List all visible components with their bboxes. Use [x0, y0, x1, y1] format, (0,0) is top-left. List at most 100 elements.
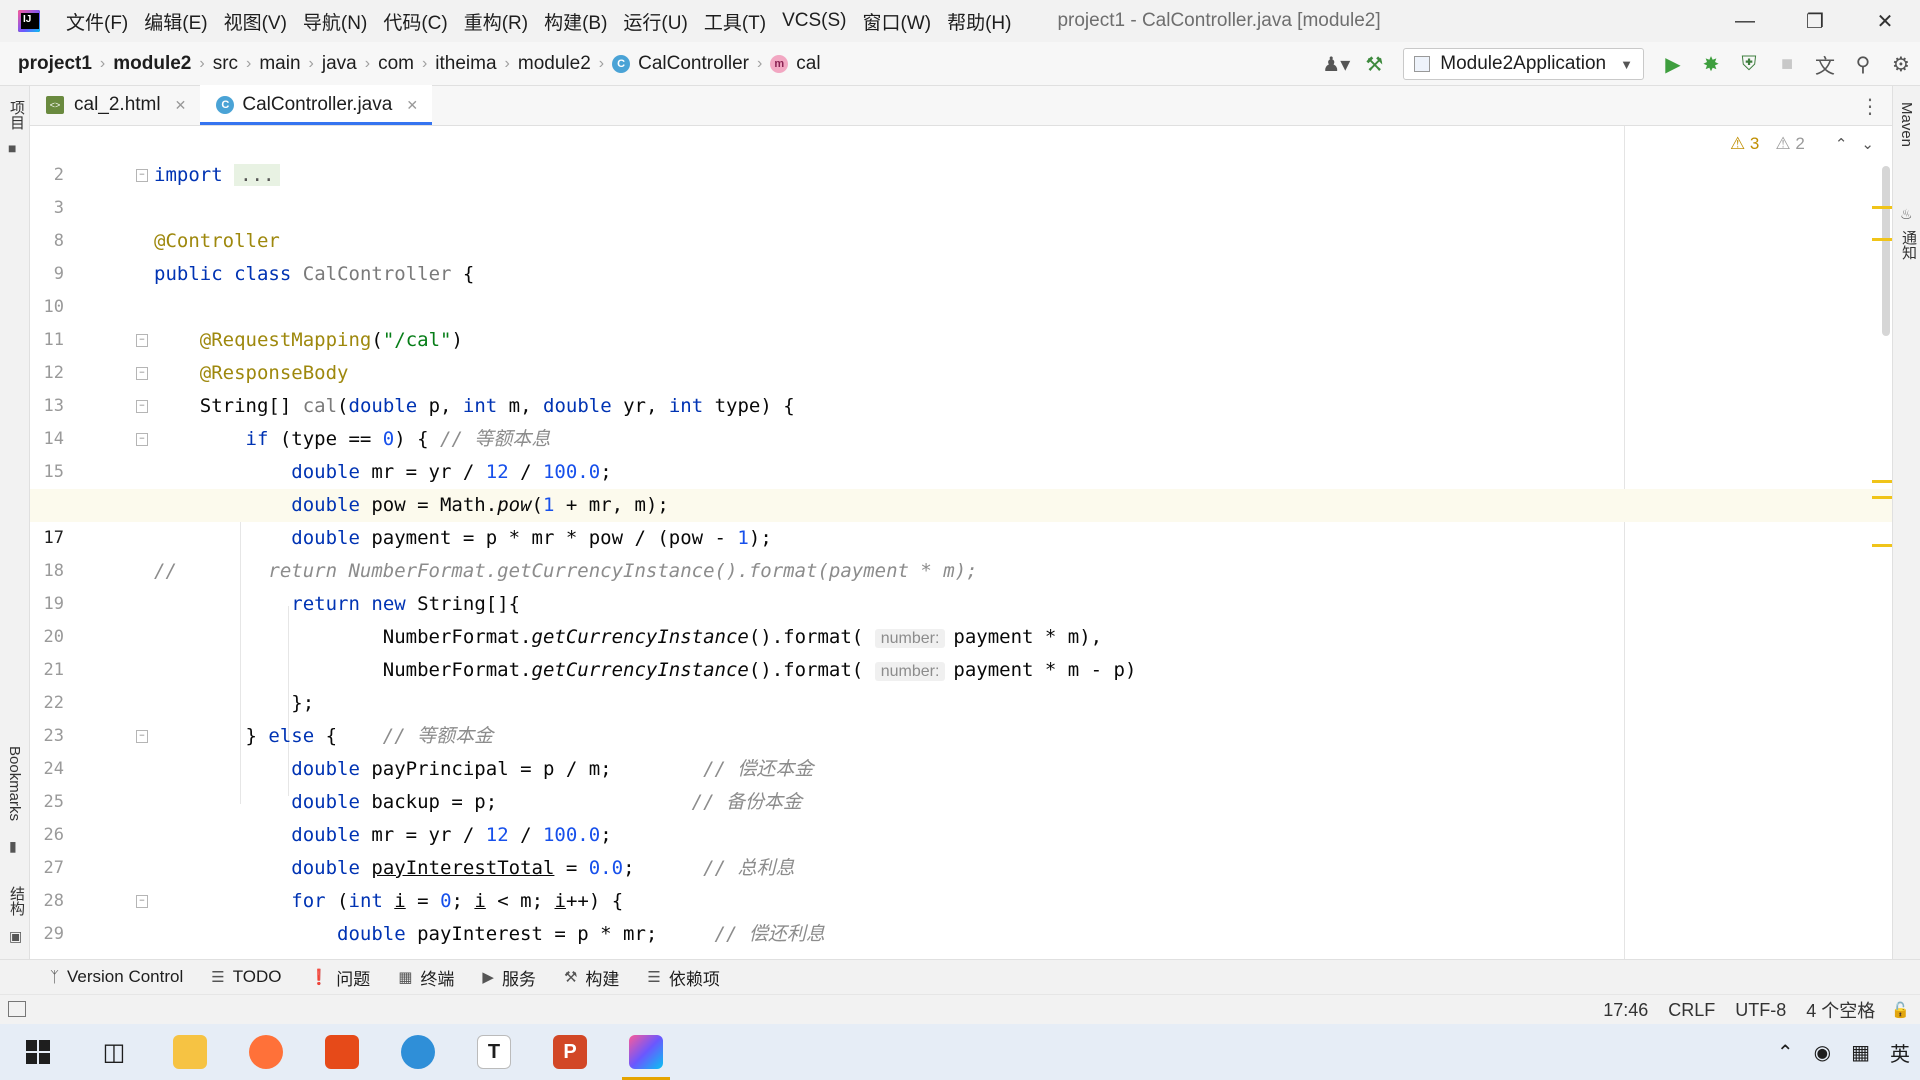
project-tool-button[interactable]: 项目: [6, 100, 27, 130]
crumb-project[interactable]: project1: [18, 53, 92, 75]
intellij-button[interactable]: [608, 1024, 684, 1080]
menu-build[interactable]: 构建(B): [544, 8, 607, 35]
warning-count[interactable]: ⚠ 3: [1730, 134, 1759, 154]
coverage-icon[interactable]: ⛨: [1732, 47, 1766, 81]
lock-icon[interactable]: 🔓: [1891, 1001, 1910, 1019]
menu-window[interactable]: 窗口(W): [862, 8, 931, 35]
typora-button[interactable]: T: [456, 1024, 532, 1080]
crumb-com[interactable]: com: [378, 53, 414, 75]
todo-icon: ☰: [211, 969, 225, 986]
inspection-widget[interactable]: ⚠ 3 ⚠ 2 ⌃ ⌄: [1730, 134, 1874, 154]
code-line: 19 // return NumberFormat.getCurrencyIns…: [30, 555, 1892, 614]
translate-icon[interactable]: 文: [1808, 47, 1842, 81]
gear-icon[interactable]: ⚙: [1884, 47, 1918, 81]
fold-toggle-icon[interactable]: −: [136, 169, 148, 182]
menu-run[interactable]: 运行(U): [623, 8, 687, 35]
run-config-select[interactable]: Module2Application ▼: [1403, 48, 1644, 80]
chevron-up-icon[interactable]: ⌃: [1777, 1040, 1794, 1065]
previous-highlight-icon[interactable]: ⌃: [1835, 135, 1848, 153]
crumb-module[interactable]: module2: [113, 53, 191, 75]
structure-tool-button[interactable]: 结构: [6, 886, 27, 916]
menu-code[interactable]: 代码(C): [383, 8, 447, 35]
warning-stripe-mark[interactable]: [1872, 238, 1892, 241]
tab-cal-2-html[interactable]: <> cal_2.html ✕: [30, 85, 200, 125]
tab-calcontroller-java[interactable]: C CalController.java ✕: [200, 85, 433, 125]
keyword: double: [291, 494, 360, 516]
search-icon[interactable]: ⚲: [1846, 47, 1880, 81]
debug-icon[interactable]: ✸: [1694, 47, 1728, 81]
tool-problems[interactable]: ❗ 问题: [310, 965, 371, 990]
close-window-button[interactable]: ✕: [1850, 0, 1920, 42]
code-editor[interactable]: 2 3 − import ... 8 9 @Controller 10 publ…: [30, 126, 1892, 959]
code-line: 29 − for (int i = 0; i < m; i++) {: [30, 885, 1892, 944]
more-vertical-icon[interactable]: ⋮: [1860, 94, 1880, 119]
close-tab-icon[interactable]: ✕: [406, 97, 418, 114]
code-line: 13 − @ResponseBody: [30, 357, 1892, 416]
bookmarks-tool-button[interactable]: Bookmarks: [6, 746, 23, 821]
crumb-itheima[interactable]: itheima: [435, 53, 496, 75]
app-tray-icon[interactable]: ▦: [1851, 1040, 1870, 1065]
file-encoding[interactable]: UTF-8: [1735, 1000, 1786, 1021]
vertical-scrollbar[interactable]: [1882, 166, 1890, 336]
warning-stripe-mark[interactable]: [1872, 544, 1892, 547]
notifications-tool-button[interactable]: 通知: [1898, 230, 1919, 260]
warning-stripe-mark[interactable]: [1872, 496, 1892, 499]
tool-terminal[interactable]: ▦ 终端: [398, 965, 454, 990]
keyword: int: [462, 395, 498, 417]
crumb-java[interactable]: java: [322, 53, 357, 75]
ime-indicator[interactable]: 英: [1890, 1038, 1910, 1067]
restore-button[interactable]: ❐: [1780, 0, 1850, 42]
crumb-main[interactable]: main: [259, 53, 300, 75]
menu-edit[interactable]: 编辑(E): [144, 8, 207, 35]
close-tab-icon[interactable]: ✕: [175, 97, 187, 114]
menu-vcs[interactable]: VCS(S): [782, 10, 846, 32]
folded-imports[interactable]: ...: [234, 164, 281, 186]
fold-toggle-icon[interactable]: −: [136, 400, 148, 413]
file-explorer-button[interactable]: [152, 1024, 228, 1080]
network-icon[interactable]: ◉: [1814, 1040, 1831, 1065]
crumb-module2-package[interactable]: module2: [518, 53, 591, 75]
weak-warning-count[interactable]: ⚠ 2: [1775, 134, 1804, 154]
office-button[interactable]: [304, 1024, 380, 1080]
crumb-class[interactable]: C CalController: [612, 53, 749, 75]
menu-navigate[interactable]: 导航(N): [303, 8, 367, 35]
edge-button[interactable]: [380, 1024, 456, 1080]
minimize-button[interactable]: —: [1710, 0, 1780, 42]
run-icon[interactable]: ▶: [1656, 47, 1690, 81]
fold-toggle-icon[interactable]: −: [136, 730, 148, 743]
fold-toggle-icon[interactable]: −: [136, 895, 148, 908]
line-separator[interactable]: CRLF: [1668, 1000, 1715, 1021]
fold-toggle-icon[interactable]: −: [136, 334, 148, 347]
code-line: 9 @Controller: [30, 225, 1892, 284]
caret-position[interactable]: 17:46: [1603, 1000, 1648, 1021]
firefox-button[interactable]: [228, 1024, 304, 1080]
tool-dependencies[interactable]: ☰ 依赖项: [647, 965, 719, 990]
menu-file[interactable]: 文件(F): [66, 8, 128, 35]
fold-toggle-icon[interactable]: −: [136, 367, 148, 380]
status-bar: 17:46 CRLF UTF-8 4 个空格 🔓: [0, 994, 1920, 1024]
menu-tools[interactable]: 工具(T): [704, 8, 766, 35]
warning-stripe-mark[interactable]: [1872, 480, 1892, 483]
user-icon[interactable]: ♟▾: [1319, 47, 1353, 81]
build-hammer-icon[interactable]: ⚒: [1357, 47, 1391, 81]
stop-icon[interactable]: ■: [1770, 47, 1804, 81]
start-button[interactable]: [0, 1024, 76, 1080]
menu-view[interactable]: 视图(V): [224, 8, 287, 35]
tool-services[interactable]: ▶ 服务: [482, 965, 536, 990]
tool-version-control[interactable]: ᛉ Version Control: [50, 967, 183, 987]
tool-todo[interactable]: ☰ TODO: [211, 967, 281, 987]
tool-build[interactable]: ⚒ 构建: [564, 965, 619, 990]
error-stripe[interactable]: [1872, 126, 1892, 959]
task-view-button[interactable]: ◫: [76, 1024, 152, 1080]
warning-stripe-mark[interactable]: [1872, 206, 1892, 209]
toggle-tool-windows-icon[interactable]: [8, 1001, 26, 1017]
menu-refactor[interactable]: 重构(R): [464, 8, 528, 35]
menu-help[interactable]: 帮助(H): [947, 8, 1011, 35]
powerpoint-button[interactable]: P: [532, 1024, 608, 1080]
crumb-method[interactable]: m cal: [770, 53, 821, 75]
fold-toggle-icon[interactable]: −: [136, 433, 148, 446]
indent-setting[interactable]: 4 个空格: [1806, 997, 1875, 1023]
crumb-src[interactable]: src: [213, 53, 238, 75]
maven-tool-button[interactable]: Maven: [1898, 102, 1915, 147]
keyword: int: [668, 395, 704, 417]
